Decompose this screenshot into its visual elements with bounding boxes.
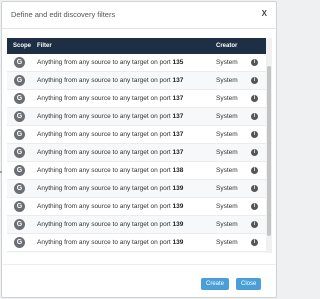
info-icon[interactable]: i (251, 167, 258, 174)
filter-text: Anything from any source to any target o… (37, 113, 173, 120)
column-header-filter[interactable]: Filter (37, 43, 52, 49)
filter-port: 138 (172, 167, 184, 174)
global-scope-icon: G (14, 165, 25, 176)
info-icon[interactable]: i (251, 203, 258, 210)
filter-text: Anything from any source to any target o… (37, 149, 173, 156)
filter-cell: Anything from any source to any target o… (37, 59, 183, 66)
table-row[interactable]: G Anything from any source to any target … (7, 198, 266, 216)
dialog-footer: Create Close (2, 264, 276, 299)
filters-table: Scope Filter Creator G Anything from any … (7, 38, 272, 253)
global-scope-icon: G (14, 201, 25, 212)
create-button[interactable]: Create (201, 278, 230, 290)
creator-cell: System (216, 221, 238, 228)
global-scope-icon: G (14, 219, 25, 230)
filter-port: 137 (172, 77, 184, 84)
scrollbar-thumb[interactable] (267, 66, 271, 236)
filter-port: 137 (172, 95, 184, 102)
creator-cell: System (216, 149, 238, 156)
creator-cell: System (216, 59, 238, 66)
table-header: Scope Filter Creator (7, 38, 266, 54)
table-row[interactable]: G Anything from any source to any target … (7, 234, 266, 252)
filter-port: 135 (172, 59, 184, 66)
dialog-header: Define and edit discovery filters X (2, 2, 276, 29)
filter-cell: Anything from any source to any target o… (37, 77, 183, 84)
creator-cell: System (216, 131, 238, 138)
filter-text: Anything from any source to any target o… (37, 221, 173, 228)
global-scope-icon: G (14, 183, 25, 194)
creator-cell: System (216, 185, 238, 192)
global-scope-icon: G (14, 57, 25, 68)
table-row[interactable]: G Anything from any source to any target … (7, 126, 266, 144)
info-icon[interactable]: i (251, 149, 258, 156)
filter-text: Anything from any source to any target o… (37, 59, 173, 66)
filter-cell: Anything from any source to any target o… (37, 113, 183, 120)
filter-port: 137 (172, 113, 184, 120)
column-header-scope[interactable]: Scope (13, 43, 31, 49)
filter-text: Anything from any source to any target o… (37, 77, 173, 84)
filter-text: Anything from any source to any target o… (37, 239, 173, 246)
filter-text: Anything from any source to any target o… (37, 131, 173, 138)
global-scope-icon: G (14, 93, 25, 104)
table-row[interactable]: GAnything from any source to any target … (7, 252, 266, 253)
filter-port: 137 (172, 149, 184, 156)
global-scope-icon: G (14, 147, 25, 158)
table-row[interactable]: G Anything from any source to any target … (7, 72, 266, 90)
info-icon[interactable]: i (251, 221, 258, 228)
info-icon[interactable]: i (251, 59, 258, 66)
filter-port: 139 (172, 185, 184, 192)
creator-cell: System (216, 203, 238, 210)
filter-text: Anything from any source to any target o… (37, 95, 173, 102)
edge-marker (0, 171, 2, 173)
table-row[interactable]: G Anything from any source to any target … (7, 54, 266, 72)
table-row[interactable]: G Anything from any source to any target … (7, 216, 266, 234)
filter-cell: Anything from any source to any target o… (37, 221, 183, 228)
filter-cell: Anything from any source to any target o… (37, 185, 183, 192)
info-icon[interactable]: i (251, 77, 258, 84)
info-icon[interactable]: i (251, 185, 258, 192)
global-scope-icon: G (14, 237, 25, 248)
filter-cell: Anything from any source to any target o… (37, 131, 183, 138)
filter-cell: Anything from any source to any target o… (37, 239, 183, 246)
info-icon[interactable]: i (251, 113, 258, 120)
close-button[interactable]: Close (236, 278, 262, 290)
discovery-filters-dialog: Define and edit discovery filters X Scop… (1, 1, 277, 298)
vertical-scrollbar[interactable] (266, 38, 272, 253)
table-row[interactable]: G Anything from any source to any target … (7, 90, 266, 108)
creator-cell: System (216, 239, 238, 246)
filter-port: 139 (172, 239, 184, 246)
filter-port: 137 (172, 131, 184, 138)
info-icon[interactable]: i (251, 239, 258, 246)
filter-port: 139 (172, 221, 184, 228)
filter-cell: Anything from any source to any target o… (37, 203, 183, 210)
global-scope-icon: G (14, 111, 25, 122)
filter-port: 139 (172, 203, 184, 210)
filter-cell: Anything from any source to any target o… (37, 167, 183, 174)
filter-text: Anything from any source to any target o… (37, 203, 173, 210)
table-row[interactable]: G Anything from any source to any target … (7, 162, 266, 180)
info-icon[interactable]: i (251, 131, 258, 138)
creator-cell: System (216, 77, 238, 84)
creator-cell: System (216, 167, 238, 174)
global-scope-icon: G (14, 75, 25, 86)
column-header-creator[interactable]: Creator (216, 43, 237, 49)
filter-cell: Anything from any source to any target o… (37, 149, 183, 156)
filter-text: Anything from any source to any target o… (37, 167, 173, 174)
filter-cell: Anything from any source to any target o… (37, 95, 183, 102)
table-row[interactable]: G Anything from any source to any target … (7, 180, 266, 198)
table-row[interactable]: G Anything from any source to any target … (7, 108, 266, 126)
table-row[interactable]: G Anything from any source to any target … (7, 144, 266, 162)
global-scope-icon: G (14, 129, 25, 140)
close-icon[interactable]: X (262, 9, 267, 18)
dialog-title: Define and edit discovery filters (11, 10, 116, 19)
creator-cell: System (216, 95, 238, 102)
filter-text: Anything from any source to any target o… (37, 185, 173, 192)
creator-cell: System (216, 113, 238, 120)
info-icon[interactable]: i (251, 95, 258, 102)
